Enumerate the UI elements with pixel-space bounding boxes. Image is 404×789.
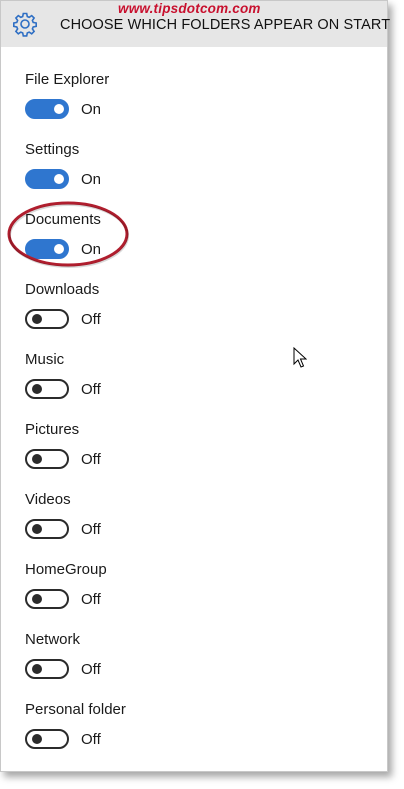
personal-folder-toggle[interactable] (25, 729, 69, 749)
toggle-state: On (81, 171, 102, 188)
gear-icon (13, 12, 37, 37)
toggle-knob (32, 524, 42, 534)
settings-panel: CHOOSE WHICH FOLDERS APPEAR ON START Fil… (0, 0, 391, 772)
toggle-knob (32, 594, 42, 604)
toggle-state: Off (81, 381, 101, 398)
highlight-circle (7, 201, 129, 268)
videos-toggle[interactable] (25, 519, 69, 539)
downloads-toggle[interactable] (25, 309, 69, 329)
pictures-toggle[interactable] (25, 449, 69, 469)
file-explorer-toggle[interactable] (25, 99, 69, 119)
toggle-state: Off (81, 311, 101, 328)
homegroup-toggle[interactable] (25, 589, 69, 609)
folder-label: Network (25, 631, 81, 648)
folder-label: Downloads (25, 281, 100, 298)
toggle-knob (32, 384, 42, 394)
watermark-text: www.tipsdotcom.com (118, 1, 261, 16)
toggle-state: Off (81, 731, 101, 748)
folder-label: Pictures (25, 421, 80, 438)
toggle-knob (54, 104, 64, 114)
toggle-state: Off (81, 521, 101, 538)
toggle-knob (32, 314, 42, 324)
toggle-knob (54, 174, 64, 184)
toggle-state: Off (81, 661, 101, 678)
toggle-state: Off (81, 451, 101, 468)
folder-label: Music (25, 351, 65, 368)
folder-label: HomeGroup (25, 561, 107, 578)
toggle-knob (32, 454, 42, 464)
network-toggle[interactable] (25, 659, 69, 679)
folder-label: Personal folder (25, 701, 126, 718)
folder-label: File Explorer (25, 71, 110, 88)
page-title: CHOOSE WHICH FOLDERS APPEAR ON START (60, 17, 391, 33)
mouse-cursor-icon (293, 347, 307, 368)
toggle-state: On (81, 101, 102, 118)
toggle-knob (32, 734, 42, 744)
folder-label: Settings (25, 141, 80, 158)
toggle-knob (32, 664, 42, 674)
settings-toggle[interactable] (25, 169, 69, 189)
folder-label: Videos (25, 491, 71, 508)
music-toggle[interactable] (25, 379, 69, 399)
toggle-state: Off (81, 591, 101, 608)
